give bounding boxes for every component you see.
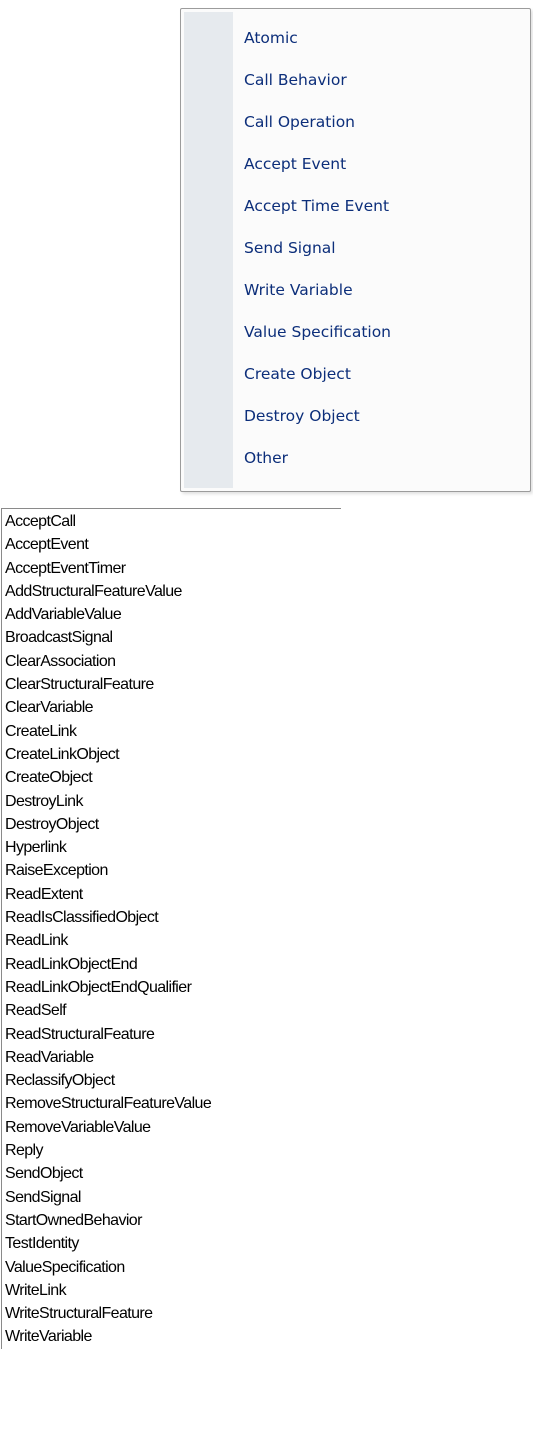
- list-item[interactable]: DestroyObject: [5, 813, 341, 836]
- list-item[interactable]: AddVariableValue: [5, 603, 341, 626]
- list-item[interactable]: RemoveVariableValue: [5, 1116, 341, 1139]
- list-item[interactable]: CreateObject: [5, 766, 341, 789]
- menu-item-other[interactable]: Other: [244, 437, 524, 479]
- action-type-context-menu: Atomic Call Behavior Call Operation Acce…: [180, 8, 531, 492]
- menu-item-call-behavior[interactable]: Call Behavior: [244, 59, 524, 101]
- menu-items: Atomic Call Behavior Call Operation Acce…: [244, 17, 524, 479]
- list-item[interactable]: StartOwnedBehavior: [5, 1209, 341, 1232]
- menu-item-accept-time-event[interactable]: Accept Time Event: [244, 185, 524, 227]
- list-item[interactable]: SendSignal: [5, 1186, 341, 1209]
- menu-item-send-signal[interactable]: Send Signal: [244, 227, 524, 269]
- list-item[interactable]: AcceptCall: [5, 510, 341, 533]
- menu-item-accept-event[interactable]: Accept Event: [244, 143, 524, 185]
- list-item[interactable]: Reply: [5, 1139, 341, 1162]
- list-item[interactable]: ReadLinkObjectEnd: [5, 953, 341, 976]
- menu-item-atomic[interactable]: Atomic: [244, 17, 524, 59]
- list-item[interactable]: ClearStructuralFeature: [5, 673, 341, 696]
- list-item[interactable]: WriteStructuralFeature: [5, 1302, 341, 1325]
- menu-item-destroy-object[interactable]: Destroy Object: [244, 395, 524, 437]
- list-item[interactable]: ReadLinkObjectEndQualifier: [5, 976, 341, 999]
- list-item[interactable]: RemoveStructuralFeatureValue: [5, 1092, 341, 1115]
- list-item[interactable]: ValueSpecification: [5, 1256, 341, 1279]
- list-item[interactable]: CreateLink: [5, 720, 341, 743]
- list-item[interactable]: Hyperlink: [5, 836, 341, 859]
- menu-item-create-object[interactable]: Create Object: [244, 353, 524, 395]
- list-item[interactable]: ClearVariable: [5, 696, 341, 719]
- list-item[interactable]: RaiseException: [5, 859, 341, 882]
- list-item[interactable]: ReadExtent: [5, 883, 341, 906]
- list-item[interactable]: ReclassifyObject: [5, 1069, 341, 1092]
- list-item[interactable]: WriteVariable: [5, 1325, 341, 1348]
- list-item[interactable]: SendObject: [5, 1162, 341, 1185]
- list-item[interactable]: ReadVariable: [5, 1046, 341, 1069]
- action-list-items: AcceptCall AcceptEvent AcceptEventTimer …: [2, 509, 341, 1349]
- list-item[interactable]: ReadIsClassifiedObject: [5, 906, 341, 929]
- menu-item-value-specification[interactable]: Value Specification: [244, 311, 524, 353]
- list-item[interactable]: WriteLink: [5, 1279, 341, 1302]
- list-item[interactable]: ClearAssociation: [5, 650, 341, 673]
- menu-item-call-operation[interactable]: Call Operation: [244, 101, 524, 143]
- list-item[interactable]: BroadcastSignal: [5, 626, 341, 649]
- list-item[interactable]: ReadLink: [5, 929, 341, 952]
- menu-item-write-variable[interactable]: Write Variable: [244, 269, 524, 311]
- list-item[interactable]: CreateLinkObject: [5, 743, 341, 766]
- list-item[interactable]: AcceptEventTimer: [5, 557, 341, 580]
- list-item[interactable]: ReadStructuralFeature: [5, 1023, 341, 1046]
- list-item[interactable]: TestIdentity: [5, 1232, 341, 1255]
- list-item[interactable]: ReadSelf: [5, 999, 341, 1022]
- list-item[interactable]: AddStructuralFeatureValue: [5, 580, 341, 603]
- list-item[interactable]: AcceptEvent: [5, 533, 341, 556]
- action-type-list: AcceptCall AcceptEvent AcceptEventTimer …: [1, 508, 341, 1349]
- list-item[interactable]: DestroyLink: [5, 790, 341, 813]
- menu-icon-gutter: [184, 12, 233, 488]
